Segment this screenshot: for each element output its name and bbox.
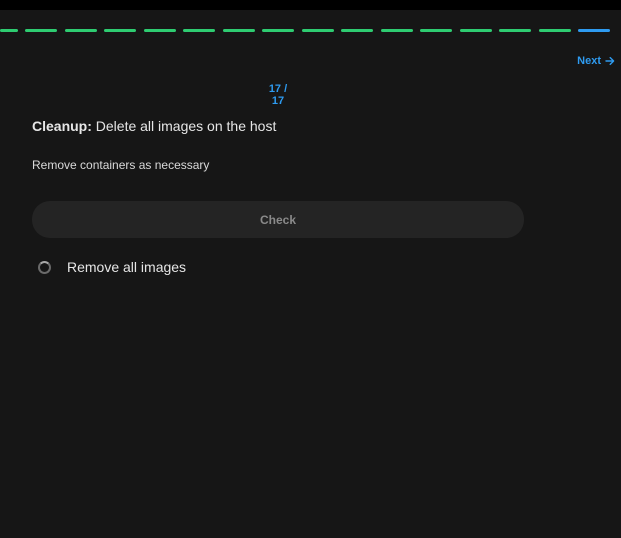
check-button[interactable]: Check (32, 201, 524, 238)
step-progress-bar (0, 29, 621, 33)
step-counter: 17 / 17 (268, 83, 288, 107)
progress-segment (380, 29, 413, 32)
task-description: Remove containers as necessary (32, 158, 210, 172)
pending-ring-icon (38, 260, 51, 274)
task-title-label: Cleanup: (32, 118, 92, 134)
progress-segment (341, 29, 373, 32)
top-bar (0, 0, 621, 10)
progress-segment (25, 29, 57, 32)
progress-segment (420, 29, 452, 32)
progress-segment (262, 29, 294, 32)
progress-segment (222, 29, 255, 32)
arrow-right-icon (605, 56, 615, 66)
next-button[interactable]: Next (577, 55, 615, 67)
check-item-label: Remove all images (67, 259, 187, 275)
progress-segment (301, 29, 334, 32)
progress-segment (143, 29, 176, 32)
progress-segment (578, 29, 610, 32)
progress-segment (538, 29, 571, 32)
task-title-text: Delete all images on the host (91, 118, 277, 134)
progress-segment (104, 29, 136, 32)
task-title: Cleanup: Delete all images on the host (32, 118, 276, 134)
progress-segment (64, 29, 97, 32)
check-item: Remove all images (38, 259, 186, 275)
progress-segment (0, 29, 18, 32)
next-label: Next (577, 55, 601, 67)
progress-segment (499, 29, 531, 32)
progress-segment (183, 29, 215, 32)
progress-segment (459, 29, 492, 32)
